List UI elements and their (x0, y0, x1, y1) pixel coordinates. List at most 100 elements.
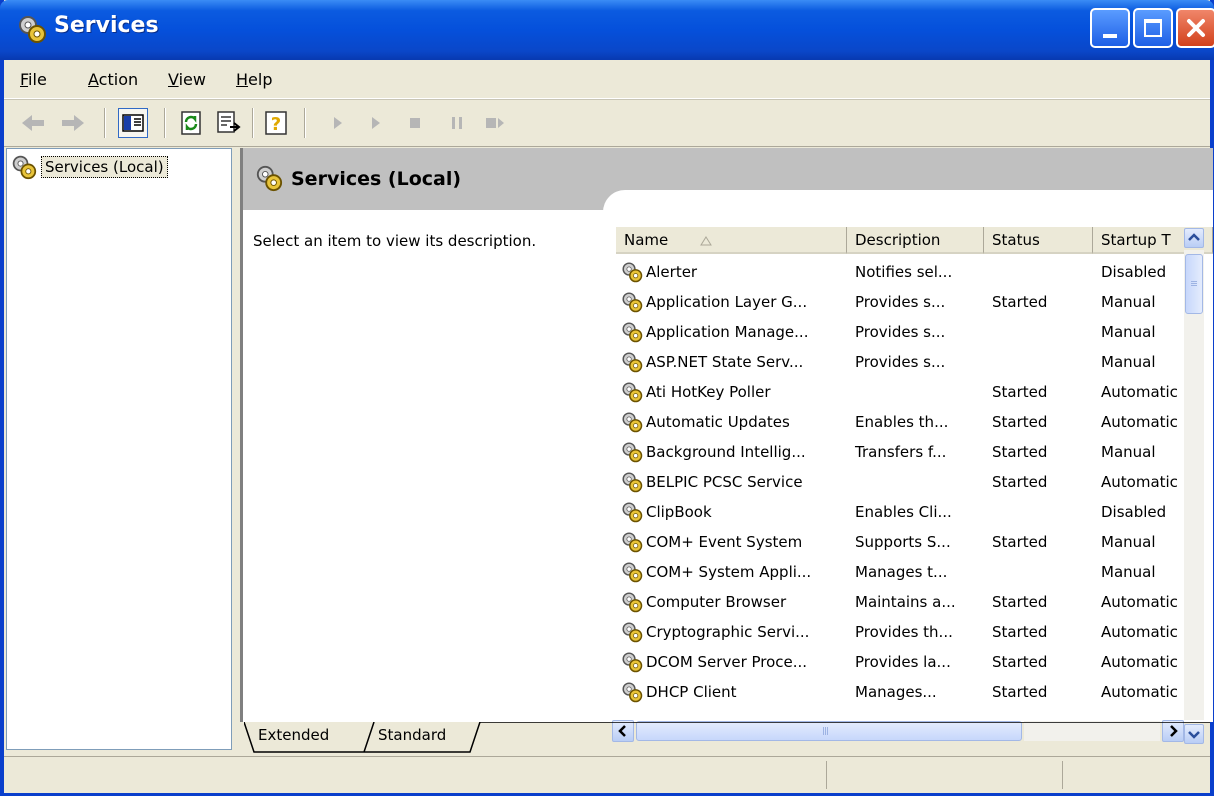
table-row[interactable]: Alerter Notifies sel... Disabled (616, 258, 1213, 288)
toolbar: ? (4, 99, 1210, 147)
service-name: DCOM Server Proce... (646, 653, 808, 671)
menu-bar: File Action View Help (4, 60, 1210, 99)
table-row[interactable]: DCOM Server Proce... Provides la... Starte… (616, 648, 1213, 678)
service-gear-icon (622, 292, 643, 313)
service-startup-type: Automatic (1101, 683, 1178, 701)
menu-help[interactable]: Help (236, 70, 272, 89)
back-icon[interactable] (18, 108, 48, 138)
service-startup-type: Manual (1101, 443, 1156, 461)
close-icon (1187, 19, 1205, 37)
status-bar (4, 756, 1210, 793)
start-icon[interactable] (360, 108, 390, 138)
service-status: Started (992, 383, 1048, 401)
scroll-up-button[interactable] (1184, 228, 1204, 248)
minimize-icon (1103, 34, 1117, 38)
service-name: Alerter (646, 263, 698, 281)
service-description: Provides th... (855, 623, 953, 641)
table-row[interactable]: Cryptographic Servi... Provides th... Star… (616, 618, 1213, 648)
service-name: Automatic Updates (646, 413, 790, 431)
service-status: Started (992, 623, 1048, 641)
service-gear-icon (622, 682, 643, 703)
service-startup-type: Manual (1101, 563, 1156, 581)
service-startup-type: Automatic (1101, 473, 1178, 491)
help-icon[interactable]: ? (262, 108, 292, 138)
table-row[interactable]: Application Manage... Provides s... Manual (616, 318, 1213, 348)
table-row[interactable]: Background Intellig... Transfers f... Star… (616, 438, 1213, 468)
column-header-name[interactable]: Name (616, 227, 847, 254)
scroll-track[interactable] (1184, 250, 1204, 720)
service-name: ASP.NET State Serv... (646, 353, 804, 371)
tab-standard[interactable]: Standard (378, 726, 446, 744)
stop-service-icon[interactable] (400, 108, 430, 138)
service-description: Notifies sel... (855, 263, 953, 281)
service-name: Application Manage... (646, 323, 809, 341)
table-row[interactable]: ClipBook Enables Cli... Disabled (616, 498, 1213, 528)
show-hide-console-tree-button[interactable] (118, 108, 148, 138)
table-row[interactable]: Computer Browser Maintains a... Started Aut… (616, 588, 1213, 618)
toolbar-separator (304, 108, 306, 138)
service-startup-type: Automatic (1101, 593, 1178, 611)
service-description: Transfers f... (855, 443, 947, 461)
service-gear-icon (622, 472, 643, 493)
table-row[interactable]: COM+ Event System Supports S... Started Man… (616, 528, 1213, 558)
scroll-thumb[interactable] (1185, 254, 1203, 314)
service-description: Enables Cli... (855, 503, 952, 521)
maximize-button[interactable] (1133, 8, 1173, 48)
tree-item-services-local[interactable]: Services (Local) (11, 155, 168, 180)
sort-ascending-icon (700, 236, 712, 246)
vertical-scrollbar[interactable] (1184, 228, 1204, 764)
menu-file[interactable]: File (20, 70, 47, 89)
service-status: Started (992, 593, 1048, 611)
column-header-label: Name (624, 231, 669, 249)
service-gear-icon (622, 352, 643, 373)
menu-view[interactable]: View (168, 70, 206, 89)
service-status: Started (992, 473, 1048, 491)
service-name: DHCP Client (646, 683, 737, 701)
service-name: COM+ System Appli... (646, 563, 812, 581)
close-button[interactable] (1176, 8, 1214, 48)
pause-service-icon[interactable] (442, 108, 472, 138)
column-header-status[interactable]: Status (984, 227, 1093, 254)
table-row[interactable]: Ati HotKey Poller Started Automatic (616, 378, 1213, 408)
service-startup-type: Disabled (1101, 503, 1167, 521)
window-title: Services (54, 13, 159, 38)
refresh-icon[interactable] (176, 108, 206, 138)
table-row[interactable]: Application Layer G... Provides s... Start… (616, 288, 1213, 318)
service-name: Background Intellig... (646, 443, 806, 461)
export-list-icon[interactable] (214, 108, 244, 138)
service-description: Provides la... (855, 653, 951, 671)
header-curve (603, 190, 1213, 212)
title-bar[interactable]: Services (0, 0, 1214, 60)
table-row[interactable]: BELPIC PCSC Service Started Automatic (616, 468, 1213, 498)
column-header-label: Startup T (1101, 231, 1171, 249)
view-tabs: Extended Standard (244, 722, 1210, 754)
restart-service-icon[interactable] (480, 108, 510, 138)
tab-extended[interactable]: Extended (258, 726, 329, 744)
forward-icon[interactable] (58, 108, 88, 138)
toolbar-separator (164, 108, 166, 138)
service-gear-icon (622, 442, 643, 463)
start-service-icon[interactable] (322, 108, 352, 138)
service-name: Ati HotKey Poller (646, 383, 771, 401)
service-startup-type: Manual (1101, 293, 1156, 311)
service-gear-icon (622, 562, 643, 583)
table-row[interactable]: ASP.NET State Serv... Provides s... Manual (616, 348, 1213, 378)
chevron-up-icon (1188, 233, 1200, 241)
service-description: Provides s... (855, 323, 946, 341)
service-startup-type: Automatic (1101, 623, 1178, 641)
table-row[interactable]: COM+ System Appli... Manages t... Manual (616, 558, 1213, 588)
service-gear-icon (622, 592, 643, 613)
service-startup-type: Automatic (1101, 383, 1178, 401)
minimize-button[interactable] (1090, 8, 1130, 48)
service-description: Supports S... (855, 533, 951, 551)
service-description: Enables th... (855, 413, 949, 431)
table-row[interactable]: Automatic Updates Enables th... Started Aut… (616, 408, 1213, 438)
service-name: Application Layer G... (646, 293, 808, 311)
table-row[interactable]: DHCP Client Manages... Started Automatic (616, 678, 1213, 705)
services-list: Name Description Status Startup T Alerte… (616, 227, 1213, 705)
service-gear-icon (622, 412, 643, 433)
tab-label: Extended (258, 726, 330, 744)
menu-action[interactable]: Action (88, 70, 138, 89)
service-description: Maintains a... (855, 593, 956, 611)
column-header-description[interactable]: Description (847, 227, 984, 254)
